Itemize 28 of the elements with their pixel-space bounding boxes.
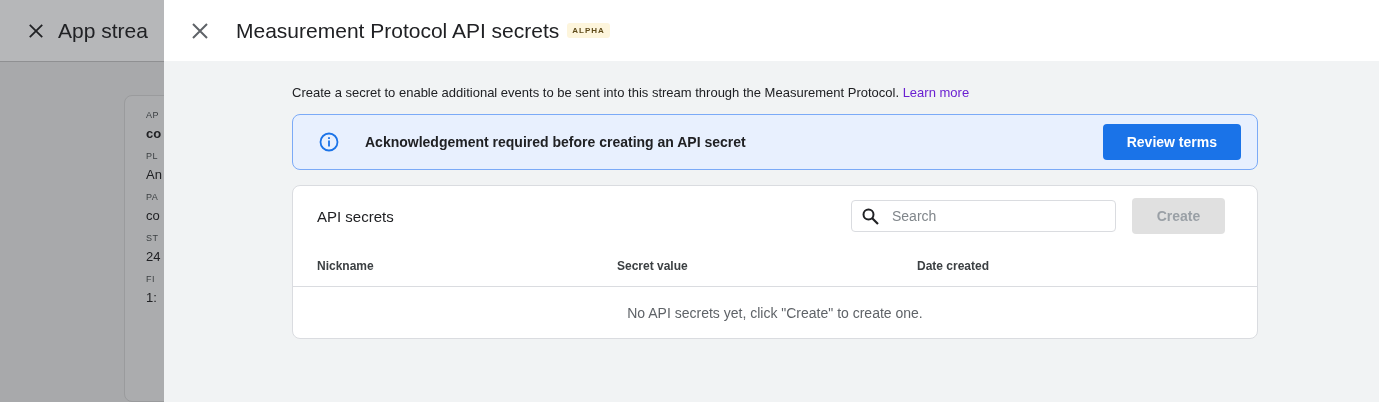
field-value: co	[146, 126, 162, 141]
search-field[interactable]: Search	[851, 200, 1116, 232]
info-icon	[319, 132, 339, 152]
card-title: API secrets	[317, 207, 395, 225]
field-label: AP	[146, 110, 159, 120]
column-header: Secret value	[617, 259, 689, 273]
page-title: App strea	[58, 18, 148, 43]
column-header: Nickname	[317, 259, 375, 273]
review-terms-button[interactable]: Review terms	[1102, 124, 1241, 160]
drawer-title: Measurement Protocol API secrets	[236, 18, 560, 43]
field-label: PL	[146, 151, 158, 161]
close-icon	[191, 21, 209, 40]
alpha-badge: ALPHA	[567, 23, 610, 38]
close-button[interactable]	[191, 21, 209, 40]
field-label: FI	[146, 274, 155, 284]
learn-more-link[interactable]: Learn more	[902, 85, 970, 100]
empty-message: No API secrets yet, click "Create" to create one.	[627, 304, 923, 321]
field-value: co	[146, 208, 160, 223]
column-header: Date created	[917, 259, 991, 273]
banner-message: Acknowledgement required before creating an API secret	[365, 134, 747, 150]
field-label: ST	[146, 233, 159, 243]
field-label: PA	[146, 192, 159, 202]
intro-text: Create a secret to enable additional events to be sent into this stream through the Measurement Protocol. Learn more	[292, 85, 971, 100]
field-value: 24	[146, 249, 161, 264]
field-value: 1:	[146, 290, 157, 305]
close-icon	[28, 22, 44, 39]
field-value: An	[146, 167, 162, 182]
search-icon	[862, 208, 879, 225]
